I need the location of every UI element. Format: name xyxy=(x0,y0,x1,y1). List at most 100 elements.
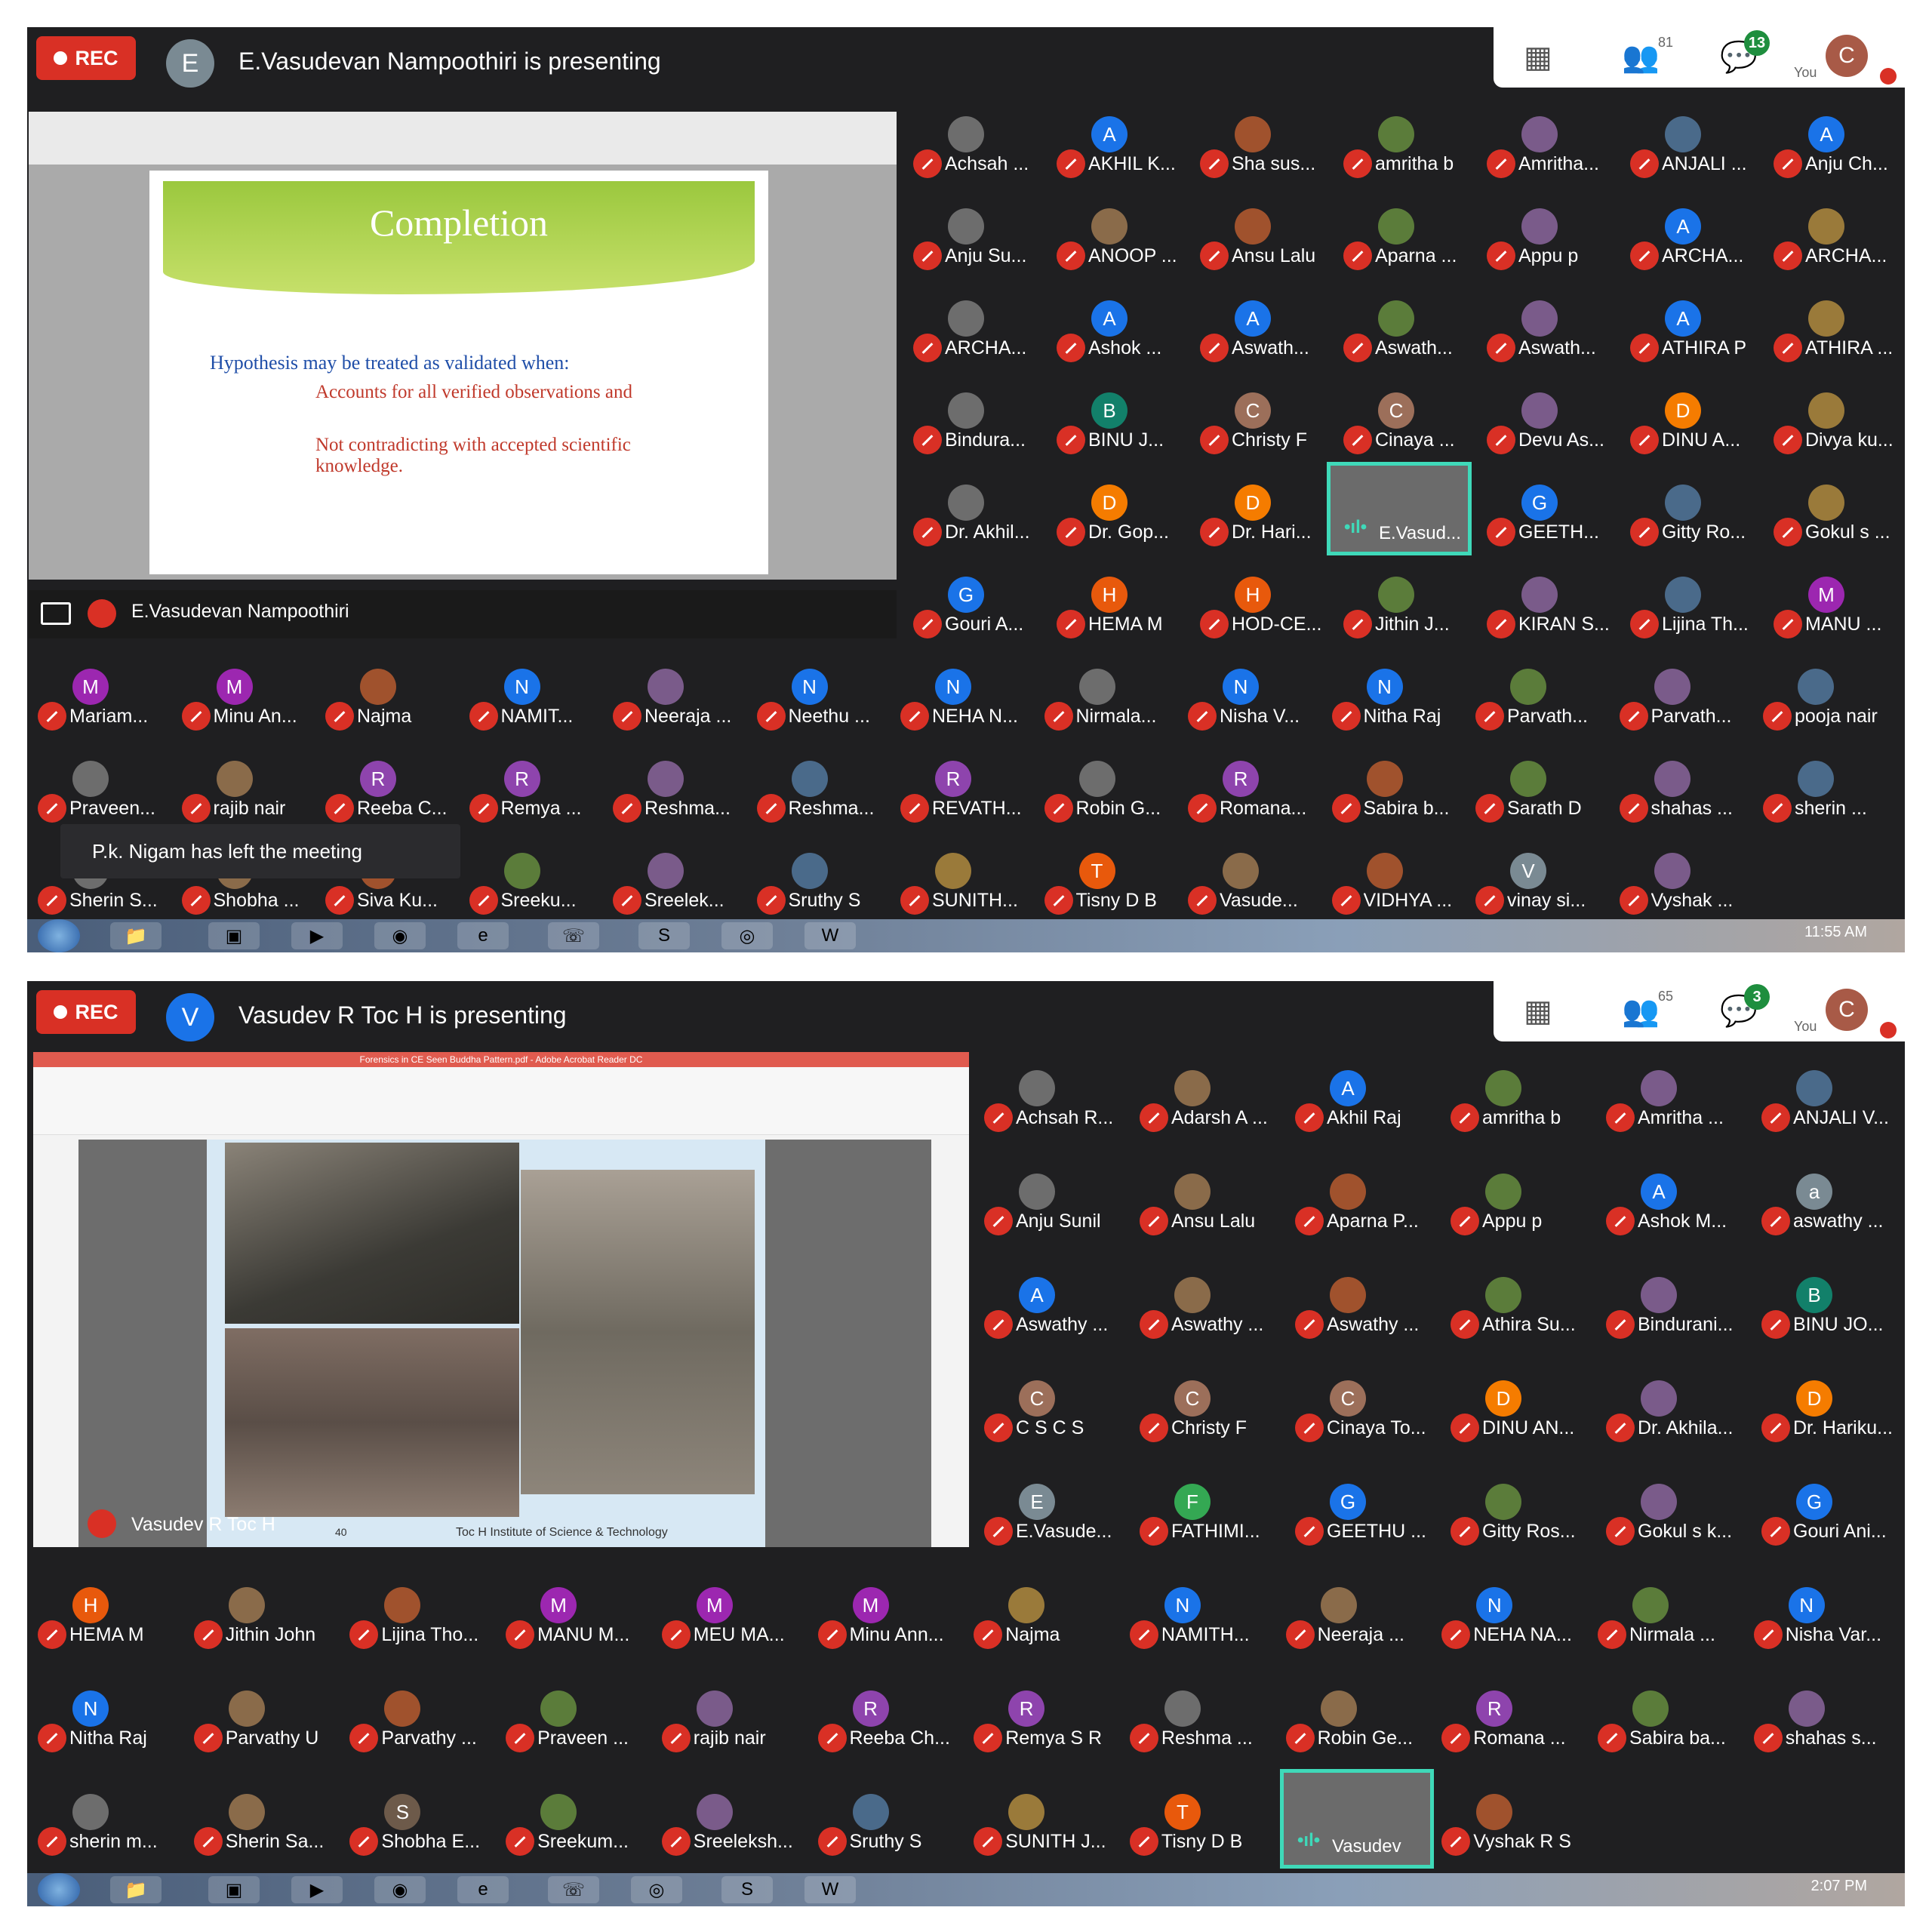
participant-tile[interactable]: Sreekum... xyxy=(495,1773,638,1856)
participant-tile[interactable]: Aswath... xyxy=(1333,279,1476,362)
participant-tile[interactable]: Devu As... xyxy=(1476,371,1620,454)
active-speaker-tile[interactable]: •ıl• E.Vasud... xyxy=(1327,462,1472,555)
participant-tile[interactable]: shahas ... xyxy=(1609,740,1752,823)
participant-tile[interactable]: Aparna P... xyxy=(1284,1152,1428,1235)
participant-tile[interactable]: Dr. Akhila... xyxy=(1595,1359,1739,1442)
active-speaker-tile[interactable]: •ıl• Vasudev xyxy=(1280,1769,1434,1869)
participant-tile[interactable]: D DINU A... xyxy=(1620,371,1763,454)
participant-tile[interactable]: S Shobha E... xyxy=(339,1773,482,1856)
viber-icon[interactable]: ☏ xyxy=(548,922,599,949)
participant-tile[interactable]: R REVATH... xyxy=(890,740,1033,823)
participant-tile[interactable]: D Dr. Hariku... xyxy=(1751,1359,1894,1442)
participant-tile[interactable]: Achsah ... xyxy=(903,95,1046,178)
participant-tile[interactable]: D Dr. Gop... xyxy=(1046,463,1189,546)
participant-tile[interactable]: Anju Su... xyxy=(903,187,1046,270)
participant-tile[interactable]: Reshma... xyxy=(602,740,746,823)
participant-tile[interactable]: Sreeku... xyxy=(459,832,602,915)
participant-tile[interactable]: T Tisny D B xyxy=(1034,832,1177,915)
participant-tile[interactable]: E E.Vasude... xyxy=(974,1463,1117,1546)
user-avatar[interactable]: C xyxy=(1826,989,1868,1031)
participant-tile[interactable]: C Cinaya ... xyxy=(1333,371,1476,454)
participant-tile[interactable]: M MANU ... xyxy=(1763,555,1905,638)
participant-tile[interactable]: Jithin John xyxy=(183,1566,327,1649)
participant-tile[interactable]: D DINU AN... xyxy=(1440,1359,1583,1442)
participant-tile[interactable]: B BINU J... xyxy=(1046,371,1189,454)
media-icon[interactable]: ▶ xyxy=(291,922,343,949)
participant-tile[interactable]: M Minu An... xyxy=(171,648,315,731)
grid-icon[interactable]: ▦ xyxy=(1524,995,1552,1028)
participant-tile[interactable]: A Anju Ch... xyxy=(1763,95,1905,178)
participant-tile[interactable]: Praveen... xyxy=(27,740,171,823)
participant-tile[interactable]: T Tisny D B xyxy=(1119,1773,1263,1856)
participant-tile[interactable]: Parvath... xyxy=(1609,648,1752,731)
participant-tile[interactable]: Aswathy ... xyxy=(1284,1256,1428,1339)
participant-tile[interactable]: R Romana... xyxy=(1177,740,1321,823)
participant-tile[interactable]: ANJALI ... xyxy=(1620,95,1763,178)
participant-tile[interactable]: amritha b xyxy=(1333,95,1476,178)
participant-tile[interactable]: Jithin J... xyxy=(1333,555,1476,638)
participant-tile[interactable]: sherin ... xyxy=(1752,740,1896,823)
participant-tile[interactable]: Robin G... xyxy=(1034,740,1177,823)
participant-tile[interactable]: Najma xyxy=(963,1566,1106,1649)
participant-tile[interactable]: Vyshak R S xyxy=(1431,1773,1574,1856)
participant-tile[interactable]: M MANU M... xyxy=(495,1566,638,1649)
participant-tile[interactable]: R Remya S R xyxy=(963,1669,1106,1752)
participant-tile[interactable]: Lijina Tho... xyxy=(339,1566,482,1649)
grid-icon[interactable]: ▦ xyxy=(1524,41,1552,74)
participant-tile[interactable]: Amritha... xyxy=(1476,95,1620,178)
participant-tile[interactable]: SUNITH... xyxy=(890,832,1033,915)
participant-tile[interactable]: N Neethu ... xyxy=(746,648,890,731)
participant-tile[interactable]: Robin Ge... xyxy=(1275,1669,1419,1752)
participant-tile[interactable]: Sabira ba... xyxy=(1587,1669,1730,1752)
participant-tile[interactable]: B BINU JO... xyxy=(1751,1256,1894,1339)
participant-tile[interactable]: A Akhil Raj xyxy=(1284,1049,1428,1132)
participant-tile[interactable]: R Romana ... xyxy=(1431,1669,1574,1752)
participant-tile[interactable]: A Ashok M... xyxy=(1595,1152,1739,1235)
participant-tile[interactable]: Neeraja ... xyxy=(602,648,746,731)
participant-tile[interactable]: A Aswathy ... xyxy=(974,1256,1117,1339)
word-icon[interactable]: W xyxy=(804,1876,856,1903)
participant-tile[interactable]: M MEU MA... xyxy=(651,1566,795,1649)
participant-tile[interactable]: Parvath... xyxy=(1465,648,1608,731)
participant-tile[interactable]: Nirmala... xyxy=(1034,648,1177,731)
participant-tile[interactable]: Gitty Ros... xyxy=(1440,1463,1583,1546)
firefox-icon[interactable]: ◉ xyxy=(374,922,426,949)
participant-tile[interactable]: VIDHYA ... xyxy=(1321,832,1465,915)
participant-tile[interactable]: Parvathy U xyxy=(183,1669,327,1752)
participant-tile[interactable]: A Aswath... xyxy=(1189,279,1333,362)
participant-tile[interactable]: Ansu Lalu xyxy=(1189,187,1333,270)
participant-tile[interactable]: Sruthy S xyxy=(808,1773,951,1856)
participant-tile[interactable]: C Christy F xyxy=(1189,371,1333,454)
participant-tile[interactable]: H HOD-CE... xyxy=(1189,555,1333,638)
participant-tile[interactable]: R Reeba Ch... xyxy=(808,1669,951,1752)
participant-tile[interactable]: Achsah R... xyxy=(974,1049,1117,1132)
participant-tile[interactable]: Najma xyxy=(315,648,458,731)
participant-tile[interactable]: D Dr. Hari... xyxy=(1189,463,1333,546)
participant-tile[interactable]: Sreelek... xyxy=(602,832,746,915)
people-icon[interactable]: 👥 xyxy=(1622,41,1660,74)
participant-tile[interactable]: Divya ku... xyxy=(1763,371,1905,454)
participant-tile[interactable]: Aparna ... xyxy=(1333,187,1476,270)
participant-tile[interactable]: Reshma ... xyxy=(1119,1669,1263,1752)
participant-tile[interactable]: rajib nair xyxy=(171,740,315,823)
participant-tile[interactable]: R Remya ... xyxy=(459,740,602,823)
participant-tile[interactable]: KIRAN S... xyxy=(1476,555,1620,638)
participant-tile[interactable]: Sherin Sa... xyxy=(183,1773,327,1856)
participant-tile[interactable]: CC S C S xyxy=(974,1359,1117,1442)
participant-tile[interactable]: Sreeleksh... xyxy=(651,1773,795,1856)
participant-tile[interactable]: M Minu Ann... xyxy=(808,1566,951,1649)
participant-tile[interactable]: A ARCHA... xyxy=(1620,187,1763,270)
participant-tile[interactable]: G GEETH... xyxy=(1476,463,1620,546)
participant-tile[interactable]: Dr. Akhil... xyxy=(903,463,1046,546)
participant-tile[interactable]: Nirmala ... xyxy=(1587,1566,1730,1649)
participant-tile[interactable]: ATHIRA ... xyxy=(1763,279,1905,362)
user-avatar[interactable]: C xyxy=(1826,35,1868,77)
viber-icon[interactable]: ☏ xyxy=(548,1876,599,1903)
ie-icon[interactable]: e xyxy=(457,922,509,949)
ie-icon[interactable]: e xyxy=(457,1876,509,1903)
participant-tile[interactable]: N NAMITH... xyxy=(1119,1566,1263,1649)
participant-tile[interactable]: N Nitha Raj xyxy=(27,1669,171,1752)
participant-tile[interactable]: Parvathy ... xyxy=(339,1669,482,1752)
participant-tile[interactable]: N NEHA N... xyxy=(890,648,1033,731)
participant-tile[interactable]: N Nisha Var... xyxy=(1743,1566,1887,1649)
